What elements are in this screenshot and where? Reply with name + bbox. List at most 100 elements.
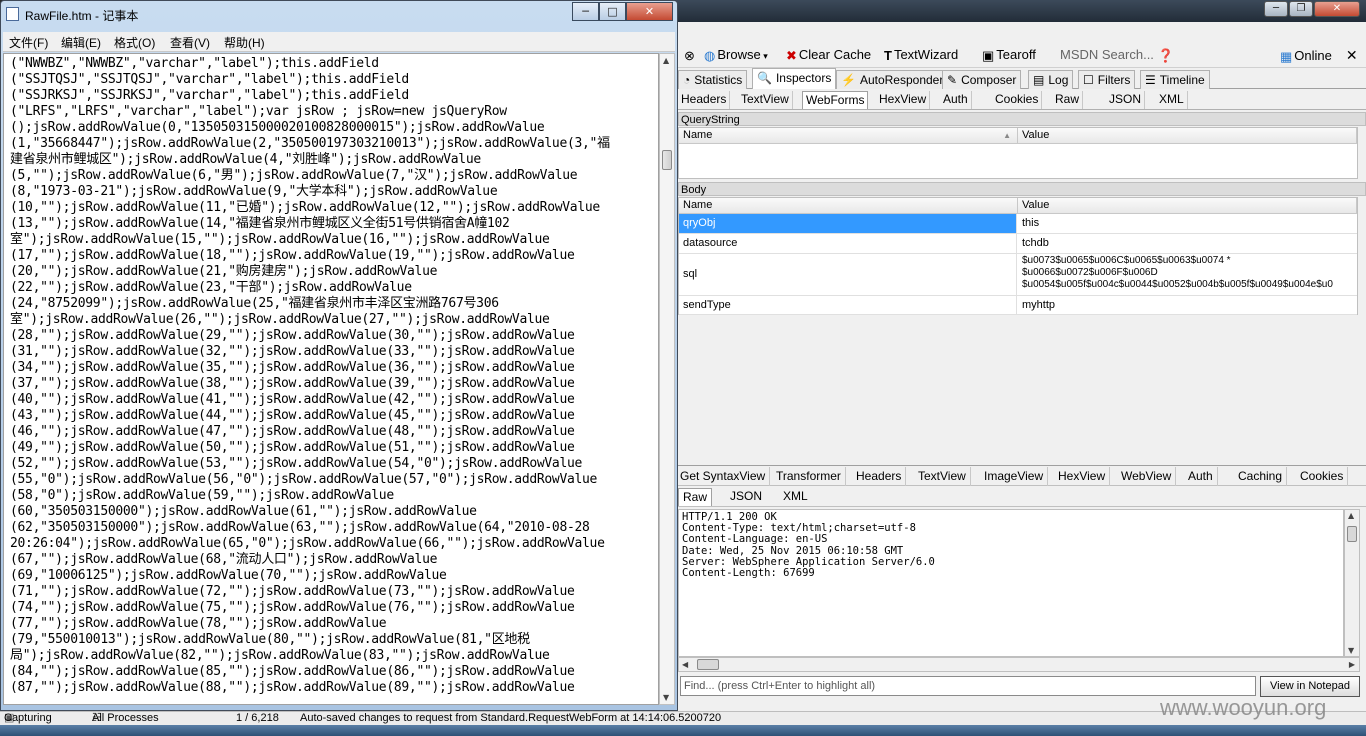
tab-inspectors[interactable]: 🔍 Inspectors	[752, 68, 837, 89]
fiddler-main-tabs: ◔ Statistics 🔍 Inspectors ⚡ AutoResponder ✎…	[676, 68, 1366, 89]
text-line: (62,"350503150000");jsRow.addRowValue(63…	[10, 520, 590, 535]
notepad-menubar: 文件(F) 编辑(E) 格式(O) 查看(V) 帮助(H)	[3, 32, 675, 52]
browse-button[interactable]: ◍ Browse ▾	[704, 46, 768, 64]
find-input[interactable]: Find... (press Ctrl+Enter to highlight a…	[680, 676, 1256, 696]
fiddler-close-button[interactable]: ✕	[1314, 1, 1360, 17]
scrollbar-thumb[interactable]	[662, 150, 672, 170]
session-count: 1 / 6,218	[236, 712, 279, 724]
msdn-search-input[interactable]: MSDN Search... ❓	[1060, 46, 1176, 64]
fiddler-restore-button[interactable]: ❐	[1289, 1, 1313, 17]
req-tab-webforms[interactable]: WebForms	[802, 91, 869, 109]
querystring-col-value[interactable]: Value	[1018, 128, 1357, 144]
querystring-col-name[interactable]: Name ▲	[679, 128, 1018, 144]
text-line: (74,"");jsRow.addRowValue(75,"");jsRow.a…	[10, 600, 575, 615]
text-line: (49,"");jsRow.addRowValue(50,"");jsRow.a…	[10, 440, 575, 455]
fiddler-titlebar: ─ ❐ ✕	[676, 0, 1366, 22]
req-tab-raw[interactable]: Raw	[1052, 91, 1084, 109]
response-raw-text[interactable]: HTTP/1.1 200 OK Content-Type: text/html;c…	[678, 509, 1344, 657]
resp-tab-textview[interactable]: TextView	[914, 467, 971, 486]
notepad-window: RawFile.htm - 记事本 ─ □ ✕ 文件(F) 编辑(E) 格式(O…	[0, 0, 678, 711]
querystring-header: QueryString	[678, 112, 1366, 126]
text-line: (79,"550010013");jsRow.addRowValue(80,""…	[10, 632, 530, 647]
table-row[interactable]: sendType myhttp	[679, 296, 1357, 315]
req-tab-textview[interactable]: TextView	[738, 91, 793, 109]
tab-filters[interactable]: ☐ Filters	[1078, 70, 1136, 89]
resp-tab-transformer[interactable]: Transformer	[772, 467, 846, 486]
text-line: (13,"");jsRow.addRowValue(14,"福建省泉州市鲤城区义…	[10, 216, 510, 231]
menu-view[interactable]: 查看(V)	[170, 34, 210, 51]
resp-tab-webview[interactable]: WebView	[1117, 467, 1177, 486]
body-header: Body	[678, 182, 1366, 196]
resp-tab-json[interactable]: JSON	[726, 488, 766, 506]
body-col-name[interactable]: Name	[679, 198, 1018, 214]
notepad-maximize-button[interactable]: □	[599, 2, 626, 21]
close-icon[interactable]: ✕	[1346, 47, 1358, 63]
resp-tab-caching[interactable]: Caching	[1234, 467, 1288, 486]
text-line: (8,"1973-03-21");jsRow.addRowValue(9,"大学…	[10, 184, 498, 199]
resp-tab-headers[interactable]: Headers	[852, 467, 907, 486]
notepad-vertical-scrollbar[interactable]: ▲ ▼	[659, 53, 675, 705]
globe-icon: ◍	[704, 47, 716, 63]
text-line: (71,"");jsRow.addRowValue(72,"");jsRow.a…	[10, 584, 575, 599]
notepad-minimize-button[interactable]: ─	[572, 2, 599, 21]
response-horizontal-scrollbar[interactable]: ◀ ▶	[678, 657, 1360, 672]
tearoff-icon: ▣	[982, 47, 995, 63]
text-line: (31,"");jsRow.addRowValue(32,"");jsRow.a…	[10, 344, 575, 359]
tab-statistics[interactable]: ◔ Statistics	[678, 70, 748, 89]
text-line: 建省泉州市鲤城区");jsRow.addRowValue(4,"刘胜峰");js…	[10, 152, 481, 167]
view-in-notepad-button[interactable]: View in Notepad	[1260, 676, 1360, 697]
req-tab-headers[interactable]: Headers	[678, 91, 731, 109]
windows-taskbar	[0, 725, 1366, 736]
body-col-value[interactable]: Value	[1018, 198, 1357, 214]
notepad-title: RawFile.htm - 记事本	[25, 9, 139, 23]
table-row[interactable]: qryObj this	[679, 214, 1357, 234]
sql-value: $u0073$u0065$u006C$u0065$u0063$u0074 * $…	[1022, 255, 1333, 290]
response-vertical-scrollbar[interactable]: ▲ ▼	[1344, 509, 1360, 657]
fiddler-window: ─ ❐ ✕ ⊗ ◍ Browse ▾ ✖ Clear Cache T TextWiza…	[676, 0, 1366, 712]
clear-cache-icon: ✖	[786, 47, 797, 63]
resp-tab-hexview[interactable]: HexView	[1054, 467, 1111, 486]
req-tab-xml[interactable]: XML	[1156, 91, 1188, 109]
notepad-text-area[interactable]: ("NWWBZ","NWWBZ","varchar","label");this…	[3, 53, 659, 705]
req-tab-cookies[interactable]: Cookies	[992, 91, 1043, 109]
tab-composer[interactable]: ✎ Composer	[942, 70, 1022, 89]
req-tab-json[interactable]: JSON	[1106, 91, 1146, 109]
menu-edit[interactable]: 编辑(E)	[61, 34, 101, 51]
resp-tab-syntaxview[interactable]: Get SyntaxView	[676, 467, 771, 486]
response-subtabs: Raw JSON XML	[676, 487, 1366, 507]
text-line: (58,"0");jsRow.addRowValue(59,"");jsRow.…	[10, 488, 394, 503]
response-line: Content-Length: 67699	[682, 567, 815, 580]
tab-log[interactable]: ▤ Log	[1028, 70, 1074, 89]
composer-icon: ✎	[947, 73, 958, 87]
filters-icon: ☐	[1083, 73, 1094, 87]
tab-autoresponder[interactable]: ⚡ AutoResponder	[836, 70, 949, 89]
resp-tab-auth[interactable]: Auth	[1184, 467, 1218, 486]
text-line: (69,"10006125");jsRow.addRowValue(70,"")…	[10, 568, 447, 583]
textwizard-button[interactable]: T TextWizard	[884, 46, 958, 64]
req-tab-hexview[interactable]: HexView	[876, 91, 931, 109]
stream-icon[interactable]: ⊗	[684, 46, 697, 64]
menu-file[interactable]: 文件(F)	[9, 34, 48, 51]
text-line: (40,"");jsRow.addRowValue(41,"");jsRow.a…	[10, 392, 575, 407]
fiddler-minimize-button[interactable]: ─	[1264, 1, 1288, 17]
table-row[interactable]: datasource tchdb	[679, 234, 1357, 254]
menu-format[interactable]: 格式(O)	[114, 34, 155, 51]
req-tab-auth[interactable]: Auth	[940, 91, 972, 109]
body-grid[interactable]: Name Value qryObj this datasource tchdb …	[678, 197, 1358, 315]
clear-cache-button[interactable]: ✖ Clear Cache	[786, 46, 871, 64]
resp-tab-raw[interactable]: Raw	[678, 488, 713, 506]
notepad-close-button[interactable]: ✕	[626, 2, 673, 21]
log-icon: ▤	[1033, 73, 1045, 87]
text-line: (55,"0");jsRow.addRowValue(56,"0");jsRow…	[10, 472, 598, 487]
tab-timeline[interactable]: ☰ Timeline	[1140, 70, 1210, 89]
text-line: ("SSJTQSJ","SSJTQSJ","varchar","label");…	[10, 72, 409, 87]
resp-tab-imageview[interactable]: ImageView	[980, 467, 1049, 486]
resp-tab-xml[interactable]: XML	[779, 488, 812, 506]
menu-help[interactable]: 帮助(H)	[224, 34, 265, 51]
autoresponder-icon: ⚡	[841, 73, 856, 87]
text-line: (17,"");jsRow.addRowValue(18,"");jsRow.a…	[10, 248, 575, 263]
resp-tab-cookies[interactable]: Cookies	[1296, 467, 1349, 486]
querystring-grid[interactable]: Name ▲ Value	[678, 127, 1358, 179]
tearoff-button[interactable]: ▣ Tearoff	[982, 46, 1036, 64]
table-row[interactable]: sql $u0073$u0065$u006C$u0065$u0063$u0074…	[679, 254, 1357, 296]
